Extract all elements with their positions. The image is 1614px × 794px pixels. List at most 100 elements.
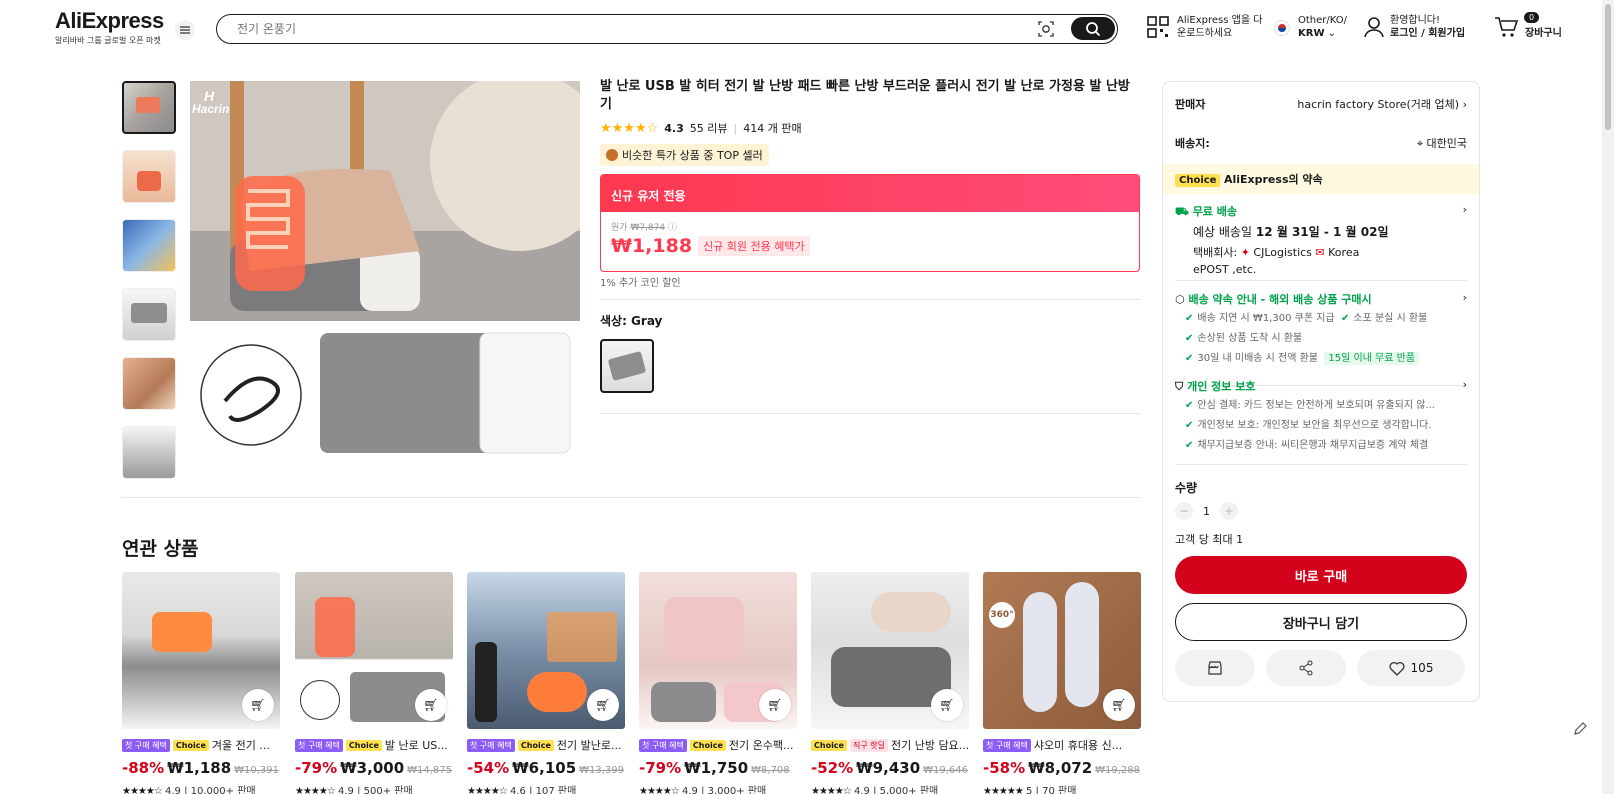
add-cart-icon[interactable]: 🛒︎ [1103,689,1135,721]
divider [1175,280,1467,281]
korea-post-icon: ✉ [1315,246,1325,259]
search-button[interactable] [1071,17,1115,40]
rating-stars: ★★★★☆ [639,786,680,794]
truck-icon: ⛟ [1175,205,1189,218]
coin-discount: 1% 추가 코인 할인 [600,278,681,289]
site-header: AliExpress 알리바바 그룹 글로벌 오픈 마켓 AliExpress … [0,0,1614,58]
carrier-row: 택배회사: ✦ CJLogistics ✉ Korea ePOST ,etc. [1193,246,1360,276]
add-cart-icon[interactable]: 🛒︎ [759,689,791,721]
main-product-image[interactable]: H Hacrin [190,81,580,467]
card-title: 샤오미 휴대용 신... [1033,739,1123,752]
choice-badge: Choice [1175,174,1221,187]
lock-shield-icon: ⛉ [1175,380,1184,393]
thumbnail-2[interactable] [122,150,176,203]
divider [1175,464,1467,465]
rating-stars: ★★★★☆ [122,786,163,794]
thumbnail-5[interactable] [122,357,176,410]
wishlist-button[interactable]: 105 [1357,650,1465,686]
sale-price: ₩1,188 [611,235,693,257]
thumbnail-4[interactable] [122,288,176,341]
choice-promise: Choice AliExpress의 약속 [1175,171,1467,187]
add-to-cart-button[interactable]: 장바구니 담기 [1175,603,1467,641]
chevron-right-icon: › [1462,98,1467,111]
cart-count-badge: 0 [1524,12,1540,23]
card-title: 겨울 전기 ... [211,739,270,752]
free-return-chip: 15일 이내 무료 반품 [1324,352,1420,365]
rating-stars: ★★★★☆ [600,120,659,136]
product-card[interactable]: 🛒︎ 첫 구매 혜택 Choice 발 난로 US... -79% ₩3,000 ₩14… [295,572,453,794]
eta-row: 예상 배송일 12 월 31일 - 1 월 02일 [1193,225,1389,239]
store-button[interactable] [1175,650,1255,686]
quantity-value[interactable]: 1 [1203,505,1210,518]
card-title: 발 난로 US... [384,739,448,752]
seller-name: hacrin factory Store(거래 업체) [1297,98,1460,111]
image-search-icon[interactable] [1037,20,1055,38]
shield-icon: ⬡ [1175,293,1185,306]
seller-row[interactable]: 판매자 hacrin factory Store(거래 업체) › [1175,96,1467,112]
product-card[interactable]: 🛒︎ Choice 직구 핫딜 전기 난방 담요... -52% ₩9,430 ₩19,… [811,572,969,794]
add-cart-icon[interactable]: 🛒︎ [587,689,619,721]
brand-tagline: 알리바바 그룹 글로벌 오픈 마켓 [55,36,161,45]
choice-promise-text: AliExpress의 약속 [1223,173,1323,186]
edit-icon[interactable] [1572,721,1592,741]
chevron-right-icon: › [1462,203,1467,216]
color-swatch-gray[interactable] [600,339,654,393]
ship-label: 배송지: [1175,137,1210,150]
ship-destination: 대한민국 [1426,137,1467,150]
rating-stars: ★★★★☆ [811,786,852,794]
max-per-customer: 고객 당 최대 1 [1175,533,1244,546]
info-icon[interactable]: ⓘ [668,223,677,233]
thumbnail-1[interactable] [122,81,176,134]
related-title: 연관 상품 [122,538,199,560]
promo-header: 신규 유저 전용 [601,175,1139,212]
quantity-label: 수량 [1175,481,1198,495]
add-cart-icon[interactable]: 🛒︎ [242,689,274,721]
thumbnail-6[interactable] [122,426,176,479]
free-shipping-row[interactable]: ⛟ 무료 배송 › [1175,203,1467,220]
rating-value: 4.3 [664,121,684,135]
card-title: 전기 발난로... [556,739,622,752]
plus-button[interactable]: + [1220,502,1238,520]
search-bar [216,14,1118,44]
product-title: 발 난로 USB 발 히터 전기 발 난방 패드 빠른 난방 부드러운 플러시 … [600,79,1130,112]
share-icon [1299,660,1313,676]
login-signup[interactable]: 로그인 / 회원가입 [1390,28,1465,39]
product-card[interactable]: 🛒︎ 첫 구매 혜택 Choice 겨울 전기 ... -88% ₩1,188 ₩10,… [122,572,280,794]
separator: | [733,121,738,135]
user-icon [1364,17,1384,38]
color-label: 색상: Gray [600,314,663,328]
locale-line1: Other/KO/ [1298,15,1348,26]
location-pin-icon: ⌖ [1416,137,1424,150]
divider [600,413,1140,414]
buy-now-button[interactable]: 바로 구매 [1175,556,1467,594]
search-icon [1086,21,1101,36]
aliexpress-logo[interactable]: AliExpress 알리바바 그룹 글로벌 오픈 마켓 [55,10,164,46]
add-cart-icon[interactable]: 🛒︎ [415,689,447,721]
card-title: 전기 온수팩... [728,739,794,752]
product-card[interactable]: 360° 🛒︎ 첫 구매 혜택 샤오미 휴대용 신... -58% ₩8,072 ₩1… [983,572,1141,794]
shipping-to-row[interactable]: 배송지: ⌖ 대한민국 [1175,135,1467,151]
app-download[interactable]: AliExpress 앱을 다 운로드하세요 [1147,14,1262,40]
thumbnail-3[interactable] [122,219,176,272]
product-card[interactable]: 🛒︎ 첫 구매 혜택 Choice 전기 발난로... -54% ₩6,105 ₩13,… [467,572,625,794]
medal-icon [606,149,618,161]
share-button[interactable] [1266,650,1346,686]
product-card[interactable]: 🛒︎ 첫 구매 혜택 Choice 전기 온수팩... -79% ₩1,750 ₩8,7… [639,572,797,794]
delivery-promise-row[interactable]: ⬡ 배송 약속 안내 - 해외 배송 상품 구매시 › [1175,291,1467,307]
search-input[interactable] [237,20,997,38]
scrollbar-thumb[interactable] [1605,4,1611,130]
seller-label: 판매자 [1175,98,1206,111]
add-cart-icon[interactable]: 🛒︎ [931,689,963,721]
qr-code-icon [1147,16,1169,38]
minus-button[interactable]: − [1175,502,1193,520]
locale-selector[interactable]: Other/KO/ KRW ⌄ [1274,14,1347,40]
menu-icon[interactable] [175,20,195,40]
scrollbar[interactable] [1602,0,1614,794]
currency: KRW [1298,28,1325,39]
promise-list: ✔ 배송 지연 시 ₩1,300 쿠폰 지급 ✔ 소포 분실 시 환불 ✔ 손상된 상… [1185,313,1428,365]
app-line2: 운로드하세요 [1177,28,1233,39]
review-count[interactable]: 55 리뷰 [690,120,728,136]
card-title: 전기 난방 담요... [890,739,969,752]
account-menu[interactable]: 환영합니다! 로그인 / 회원가입 [1364,14,1465,40]
privacy-row[interactable]: ⛉ 개인 정보 보호 › [1175,378,1467,394]
